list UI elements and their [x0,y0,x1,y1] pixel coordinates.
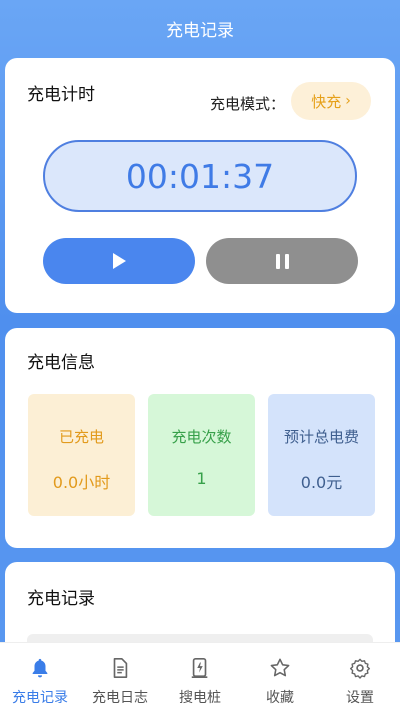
stat-label: 已充电 [58,428,104,446]
info-card: 充电信息 已充电 0.0小时 充电次数 1 预计总电费 0.0元 [5,328,395,548]
tab-label: 充电记录 [12,690,68,706]
info-card-title: 充电信息 [27,353,95,373]
tab-find-charger[interactable]: 搜电桩 [160,643,240,711]
bottom-tab-bar: 充电记录 充电日志 搜电桩 收藏 设置 [0,642,400,711]
timer-display: 00:01:37 [43,140,357,212]
star-icon [267,655,293,681]
pause-button[interactable] [206,238,358,284]
tab-label: 设置 [346,690,374,706]
stat-charged-hours: 已充电 0.0小时 [28,394,135,516]
page-title: 充电记录 [166,20,234,41]
stat-value: 0.0小时 [52,473,111,492]
stat-label: 充电次数 [171,428,232,446]
tab-settings[interactable]: 设置 [320,643,400,711]
document-icon [107,655,133,681]
tab-label: 充电日志 [92,690,148,706]
records-card-title: 充电记录 [27,589,95,609]
charge-mode-value: 快充 [311,92,342,111]
gear-icon [347,655,373,681]
page-header: 充电记录 [0,0,400,56]
play-icon [112,253,126,269]
timer-card: 充电计时 充电模式： 快充 › 00:01:37 [5,58,395,313]
stat-charge-count: 充电次数 1 [148,394,255,516]
tab-charge-log[interactable]: 充电日志 [80,643,160,711]
charge-mode-selector[interactable]: 快充 › [291,82,371,120]
stat-label: 预计总电费 [283,428,359,446]
start-button[interactable] [43,238,195,284]
timer-value: 00:01:37 [125,156,275,196]
pause-icon [275,253,289,269]
tab-charge-records[interactable]: 充电记录 [0,643,80,711]
tab-label: 搜电桩 [179,690,221,706]
charge-mode-label: 充电模式： [209,95,285,113]
stat-estimated-cost: 预计总电费 0.0元 [268,394,375,516]
timer-card-title: 充电计时 [27,85,95,105]
stat-value: 1 [196,469,207,488]
tab-favorites[interactable]: 收藏 [240,643,320,711]
stat-value: 0.0元 [300,473,343,492]
bell-icon [27,655,53,681]
chevron-right-icon: › [345,93,351,109]
tab-label: 收藏 [266,690,294,706]
charging-pile-icon [187,655,213,681]
